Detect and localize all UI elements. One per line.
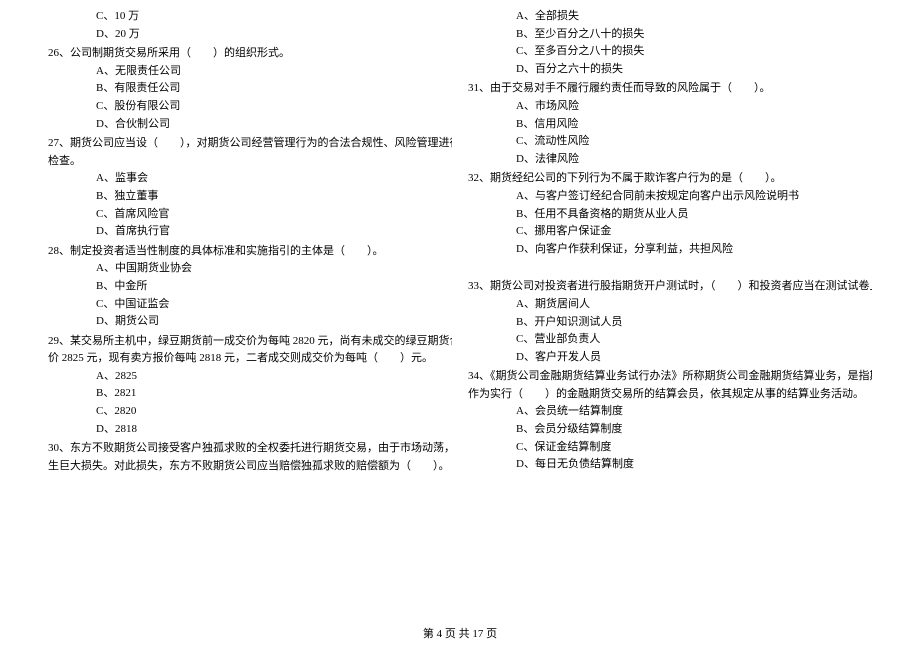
q28-opt-a: A、中国期货业协会 [48, 260, 452, 278]
q32-opt-d: D、向客户作获利保证，分享利益，共担风险 [468, 241, 872, 259]
q31-opt-c: C、流动性风险 [468, 133, 872, 151]
q32-opt-c: C、挪用客户保证金 [468, 223, 872, 241]
q30-stem-1: 30、东方不败期货公司接受客户独孤求败的全权委托进行期货交易，由于市场动荡，该交… [48, 440, 452, 458]
q30-opt-b: B、至少百分之八十的损失 [468, 26, 872, 44]
q28-stem: 28、制定投资者适当性制度的具体标准和实施指引的主体是（ ）。 [48, 243, 452, 261]
right-column: A、全部损失 B、至少百分之八十的损失 C、至多百分之八十的损失 D、百分之六十… [460, 8, 872, 602]
left-column: C、10 万 D、20 万 26、公司制期货交易所采用（ ）的组织形式。 A、无… [48, 8, 460, 602]
q25-opt-c: C、10 万 [48, 8, 452, 26]
q29-opt-b: B、2821 [48, 385, 452, 403]
q27-stem-2: 检查。 [48, 153, 452, 171]
q27-opt-c: C、首席风险官 [48, 206, 452, 224]
q26-opt-d: D、合伙制公司 [48, 116, 452, 134]
q30-stem-2: 生巨大损失。对此损失，东方不败期货公司应当赔偿独孤求败的赔偿额为（ ）。 [48, 458, 452, 476]
q30-opt-c: C、至多百分之八十的损失 [468, 43, 872, 61]
q27-opt-b: B、独立董事 [48, 188, 452, 206]
page: C、10 万 D、20 万 26、公司制期货交易所采用（ ）的组织形式。 A、无… [0, 0, 920, 650]
q34-stem-1: 34、《期货公司金融期货结算业务试行办法》所称期货公司金融期货结算业务，是指期货… [468, 368, 872, 386]
q29-opt-a: A、2825 [48, 368, 452, 386]
q27-opt-d: D、首席执行官 [48, 223, 452, 241]
q29-opt-c: C、2820 [48, 403, 452, 421]
q26-stem: 26、公司制期货交易所采用（ ）的组织形式。 [48, 45, 452, 63]
page-footer: 第 4 页 共 17 页 [0, 626, 920, 644]
q31-stem: 31、由于交易对手不履行履约责任而导致的风险属于（ ）。 [468, 80, 872, 98]
columns: C、10 万 D、20 万 26、公司制期货交易所采用（ ）的组织形式。 A、无… [48, 8, 872, 602]
q29-opt-d: D、2818 [48, 421, 452, 439]
q29-stem-1: 29、某交易所主机中，绿豆期货前一成交价为每吨 2820 元，尚有未成交的绿豆期… [48, 333, 452, 351]
q34-opt-c: C、保证金结算制度 [468, 439, 872, 457]
q28-opt-c: C、中国证监会 [48, 296, 452, 314]
q27-opt-a: A、监事会 [48, 170, 452, 188]
q26-opt-a: A、无限责任公司 [48, 63, 452, 81]
q28-opt-b: B、中金所 [48, 278, 452, 296]
q31-opt-d: D、法律风险 [468, 151, 872, 169]
q34-opt-d: D、每日无负债结算制度 [468, 456, 872, 474]
q27-stem-1: 27、期货公司应当设（ ），对期货公司经营管理行为的合法合规性、风险管理进行监督… [48, 135, 452, 153]
q26-opt-b: B、有限责任公司 [48, 80, 452, 98]
q32-stem: 32、期货经纪公司的下列行为不属于欺诈客户行为的是（ ）。 [468, 170, 872, 188]
q33-stem: 33、期货公司对投资者进行股指期货开户测试时，（ ）和投资者应当在测试试卷上签字… [468, 278, 872, 296]
q30-opt-a: A、全部损失 [468, 8, 872, 26]
q28-opt-d: D、期货公司 [48, 313, 452, 331]
q31-opt-b: B、信用风险 [468, 116, 872, 134]
q26-opt-c: C、股份有限公司 [48, 98, 452, 116]
blank-gap [468, 258, 872, 276]
q32-opt-b: B、任用不具备资格的期货从业人员 [468, 206, 872, 224]
q34-opt-b: B、会员分级结算制度 [468, 421, 872, 439]
q29-stem-2: 价 2825 元，现有卖方报价每吨 2818 元，二者成交则成交价为每吨（ ）元… [48, 350, 452, 368]
q32-opt-a: A、与客户签订经纪合同前未按规定向客户出示风险说明书 [468, 188, 872, 206]
q33-opt-c: C、营业部负责人 [468, 331, 872, 349]
q34-opt-a: A、会员统一结算制度 [468, 403, 872, 421]
q33-opt-b: B、开户知识测试人员 [468, 314, 872, 332]
q33-opt-a: A、期货居间人 [468, 296, 872, 314]
q30-opt-d: D、百分之六十的损失 [468, 61, 872, 79]
q31-opt-a: A、市场风险 [468, 98, 872, 116]
q33-opt-d: D、客户开发人员 [468, 349, 872, 367]
q25-opt-d: D、20 万 [48, 26, 452, 44]
q34-stem-2: 作为实行（ ）的金融期货交易所的结算会员，依其规定从事的结算业务活动。 [468, 386, 872, 404]
